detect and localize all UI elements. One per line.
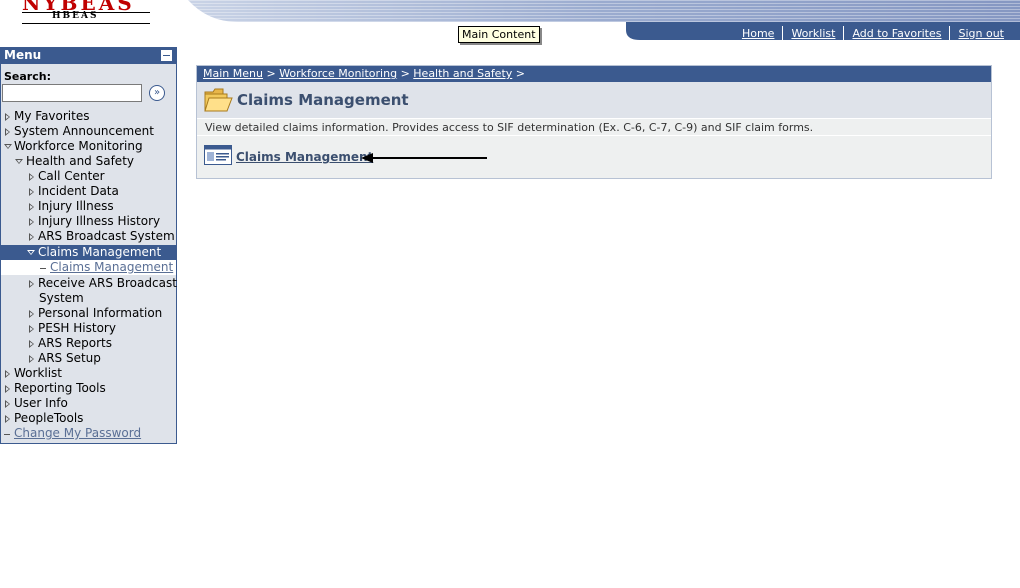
- menu-item-peopletools[interactable]: PeopleTools: [1, 411, 176, 426]
- menu-item-label: Personal Information: [38, 306, 163, 320]
- leaf-dash-icon: [4, 434, 10, 435]
- breadcrumb-separator: >: [266, 67, 276, 80]
- menu-item-receive-ars-broadcast-cont[interactable]: System: [1, 291, 176, 306]
- tooltip: Main Content: [458, 26, 540, 43]
- expand-icon: [5, 113, 10, 121]
- menu-item-label: Injury Illness: [38, 199, 114, 213]
- logo-rule-bottom: [22, 23, 150, 24]
- menu-panel: Menu Search: » My Favorites System Annou…: [0, 47, 177, 444]
- add-to-favorites-link[interactable]: Add to Favorites: [844, 27, 949, 40]
- expand-icon: [29, 233, 34, 241]
- menu-item-label: Incident Data: [38, 184, 119, 198]
- minimize-icon[interactable]: [161, 50, 172, 61]
- folder-icon: [203, 86, 233, 117]
- collapse-icon: [27, 250, 35, 255]
- expand-icon: [29, 340, 34, 348]
- menu-item-label: PESH History: [38, 321, 116, 335]
- expand-icon: [29, 203, 34, 211]
- breadcrumb-separator: >: [515, 67, 525, 80]
- menu-item-ars-reports[interactable]: ARS Reports: [1, 336, 176, 351]
- expand-icon: [5, 385, 10, 393]
- menu-item-label: PeopleTools: [14, 411, 84, 425]
- expand-icon: [29, 310, 34, 318]
- expand-icon: [29, 218, 34, 226]
- breadcrumb-workforce-monitoring[interactable]: Workforce Monitoring: [279, 67, 397, 80]
- worklist-link[interactable]: Worklist: [783, 27, 843, 40]
- leaf-dash-icon: [40, 268, 46, 269]
- divider: [197, 135, 991, 136]
- page-title: Claims Management: [237, 91, 409, 109]
- menu-item-label: System: [39, 291, 84, 305]
- search-go-icon[interactable]: »: [149, 85, 165, 101]
- expand-icon: [5, 370, 10, 378]
- menu-item-label: Worklist: [14, 366, 63, 380]
- menu-item-label: Workforce Monitoring: [14, 139, 143, 153]
- arrow-left-icon: [359, 150, 489, 169]
- menu-item-label: Health and Safety: [26, 154, 134, 168]
- breadcrumb-separator: >: [400, 67, 410, 80]
- logo-sub-text: HBEAS: [52, 11, 99, 21]
- search-row: »: [1, 81, 176, 105]
- menu-item-call-center[interactable]: Call Center: [1, 169, 176, 184]
- claims-management-link[interactable]: Claims Management: [236, 150, 373, 164]
- menu-item-incident-data[interactable]: Incident Data: [1, 184, 176, 199]
- expand-icon: [29, 355, 34, 363]
- menu-item-claims-management-page[interactable]: Claims Management: [1, 260, 176, 275]
- menu-item-label: My Favorites: [14, 109, 90, 123]
- menu-item-label: ARS Reports: [38, 336, 113, 350]
- sign-out-link[interactable]: Sign out: [950, 27, 1012, 40]
- menu-item-label: ARS Broadcast System: [38, 229, 175, 243]
- title-bar: Claims Management: [197, 82, 991, 119]
- menu-item-personal-information[interactable]: Personal Information: [1, 306, 176, 321]
- menu-item-reporting-tools[interactable]: Reporting Tools: [1, 381, 176, 396]
- home-link[interactable]: Home: [734, 27, 782, 40]
- expand-icon: [29, 188, 34, 196]
- menu-item-label: Call Center: [38, 169, 105, 183]
- logo: NYBEAS HBEAS: [22, 0, 152, 30]
- menu-item-injury-illness[interactable]: Injury Illness: [1, 199, 176, 214]
- menu-item-my-favorites[interactable]: My Favorites: [1, 109, 176, 124]
- expand-icon: [29, 280, 34, 288]
- menu-item-claims-management[interactable]: Claims Management: [1, 245, 176, 260]
- breadcrumb: Main Menu > Workforce Monitoring > Healt…: [197, 66, 991, 82]
- top-nav: Home Worklist Add to Favorites Sign out: [734, 26, 1012, 40]
- breadcrumb-health-and-safety[interactable]: Health and Safety: [413, 67, 512, 80]
- main-content: Main Menu > Workforce Monitoring > Healt…: [196, 65, 992, 179]
- menu-item-system-announcement[interactable]: System Announcement: [1, 124, 176, 139]
- collapse-icon: [15, 159, 23, 164]
- search-label: Search:: [4, 70, 51, 83]
- page-description: View detailed claims information. Provid…: [205, 121, 814, 134]
- menu-item-ars-broadcast-system[interactable]: ARS Broadcast System: [1, 229, 176, 244]
- menu-item-label: Receive ARS Broadcast: [38, 276, 177, 290]
- expand-icon: [29, 325, 34, 333]
- menu-item-user-info[interactable]: User Info: [1, 396, 176, 411]
- menu-item-label: Claims Management: [50, 260, 174, 274]
- menu-item-label: User Info: [14, 396, 68, 410]
- menu-item-label: Injury Illness History: [38, 214, 161, 228]
- menu-item-label: System Announcement: [14, 124, 154, 138]
- menu-item-label: Claims Management: [38, 245, 162, 259]
- menu-item-worklist[interactable]: Worklist: [1, 366, 176, 381]
- menu-item-label: ARS Setup: [38, 351, 101, 365]
- header-banner: Home Worklist Add to Favorites Sign out: [188, 0, 1020, 40]
- breadcrumb-main-menu[interactable]: Main Menu: [203, 67, 263, 80]
- menu-item-label: Change My Password: [14, 426, 142, 440]
- menu-item-health-and-safety[interactable]: Health and Safety: [1, 154, 176, 169]
- menu-item-workforce-monitoring[interactable]: Workforce Monitoring: [1, 139, 176, 154]
- menu-item-pesh-history[interactable]: PESH History: [1, 321, 176, 336]
- expand-icon: [29, 173, 34, 181]
- window-page-icon[interactable]: [204, 145, 232, 168]
- menu-item-label: Reporting Tools: [14, 381, 106, 395]
- expand-icon: [5, 415, 10, 423]
- menu-item-receive-ars-broadcast[interactable]: Receive ARS Broadcast: [1, 276, 177, 291]
- collapse-icon: [4, 144, 12, 149]
- expand-icon: [5, 400, 10, 408]
- menu-item-change-password[interactable]: Change My Password: [1, 426, 176, 441]
- menu-title: Menu: [4, 48, 42, 62]
- menu-item-injury-illness-history[interactable]: Injury Illness History: [1, 214, 176, 229]
- menu-item-ars-setup[interactable]: ARS Setup: [1, 351, 176, 366]
- expand-icon: [5, 128, 10, 136]
- menu-header: Menu: [1, 47, 176, 64]
- search-input[interactable]: [2, 84, 142, 102]
